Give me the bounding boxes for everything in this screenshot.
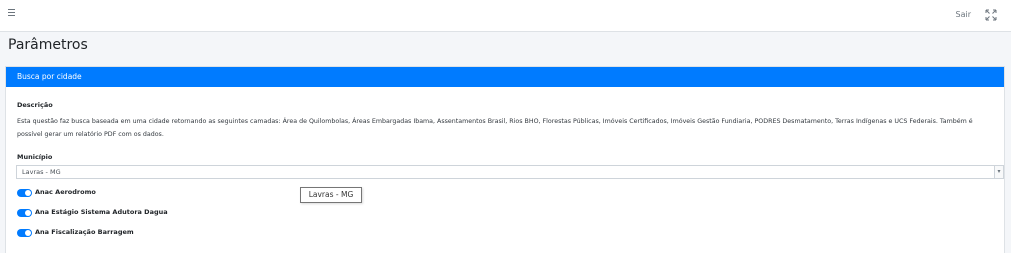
description-text: Esta questão faz busca baseada em uma ci… — [17, 118, 973, 138]
chevron-down-icon[interactable]: ▾ — [994, 166, 1003, 178]
toggle-label: Ana Fiscalização Barragem — [35, 228, 134, 236]
municipio-select-value: Lavras - MG — [22, 168, 61, 176]
hamburger-menu-icon[interactable] — [8, 9, 18, 21]
tooltip: Lavras - MG — [300, 187, 362, 203]
card-header: Busca por cidade — [6, 67, 1004, 87]
toggle-label: Ana Estágio Sistema Adutora Dagua — [35, 208, 168, 216]
municipio-select[interactable]: Lavras - MG ▾ — [16, 165, 1004, 179]
logout-link[interactable]: Sair — [956, 10, 972, 19]
page-title: Parâmetros — [8, 37, 88, 53]
toggle-switch[interactable] — [17, 189, 32, 197]
top-navbar: Sair — [0, 0, 1011, 32]
expand-arrows-icon[interactable] — [985, 9, 997, 21]
description-label: Descrição — [17, 101, 53, 109]
toggle-label: Anac Aerodromo — [35, 188, 96, 196]
toggle-switch[interactable] — [17, 229, 32, 237]
search-by-city-card: Busca por cidade Descrição Esta questão … — [5, 66, 1005, 253]
municipio-label: Município — [17, 153, 53, 161]
toggle-switch[interactable] — [17, 209, 32, 217]
